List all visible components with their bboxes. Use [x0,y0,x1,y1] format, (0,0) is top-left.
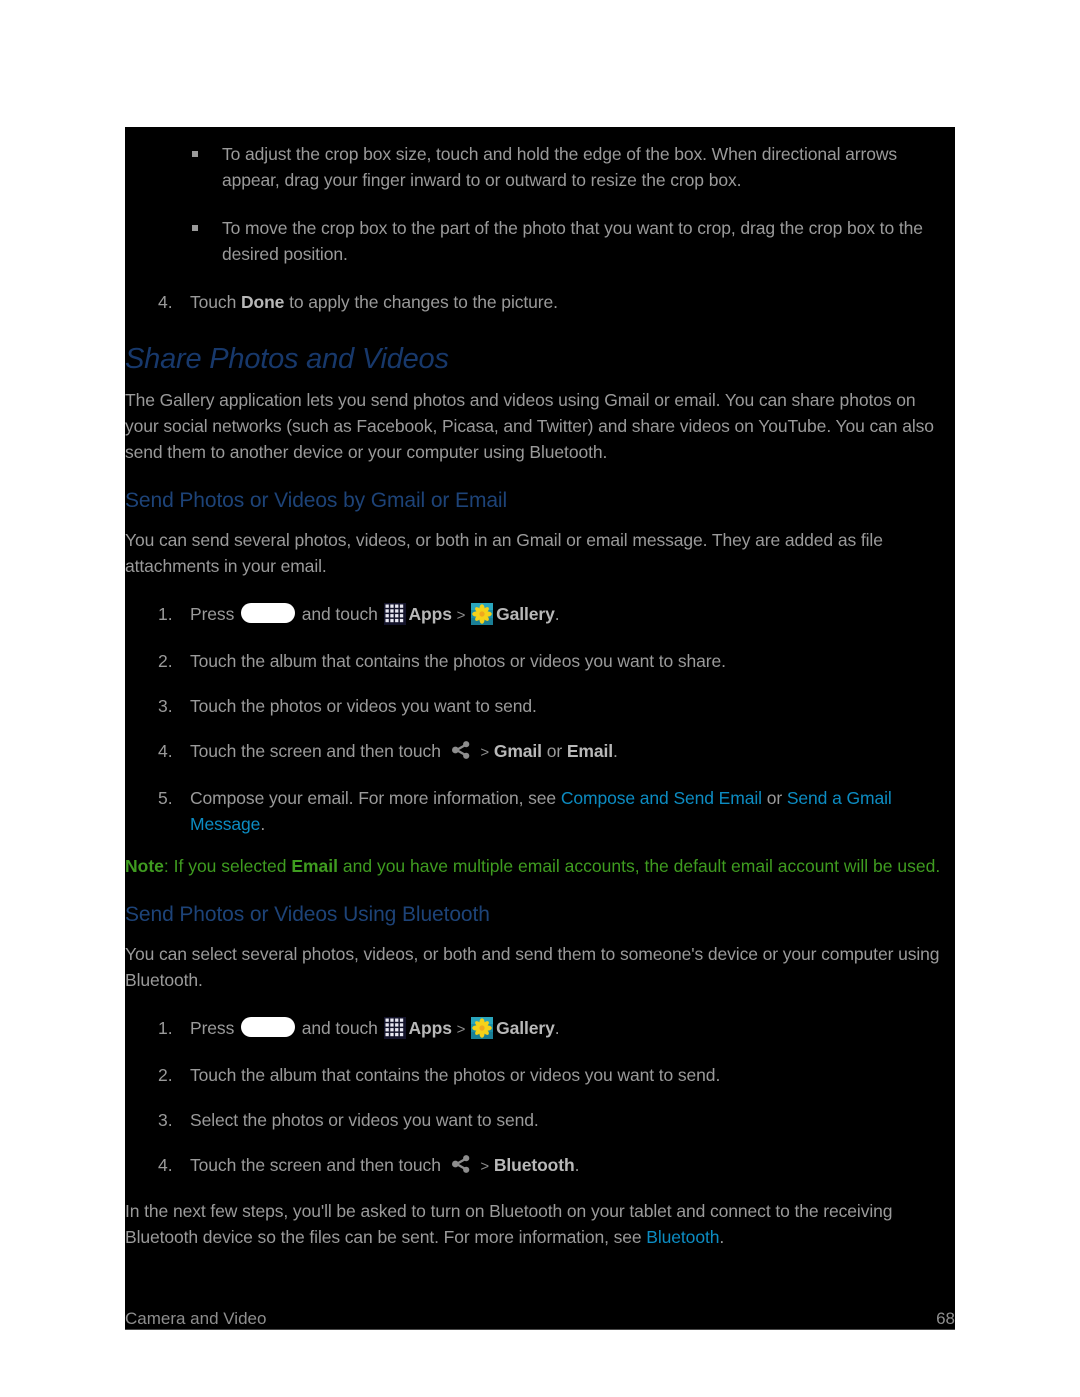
press-label: Press [190,1018,235,1038]
list-item: 4. Touch the screen and then touch > Blu… [125,1152,947,1180]
list-item: 3. Select the photos or videos you want … [125,1107,947,1133]
bullet-text: To move the crop box to the part of the … [222,218,923,264]
trailing-period: . [554,604,560,624]
list-number: 4. [158,1155,173,1175]
note-paragraph: Note: If you selected Email and you have… [125,853,947,879]
gallery-label: Gallery [496,1018,555,1038]
chevron-separator: > [480,1158,490,1175]
email-keyword: Email [291,856,339,876]
trailing-period: . [574,1155,580,1175]
gmail-steps-list: 1. Press and touch Apps > Gallery. 2. To… [125,601,947,837]
step-text: Touch Done to apply the changes to the p… [190,289,947,315]
trailing-period: . [260,814,266,834]
conjunction: or [761,788,787,808]
trailing-period: . [719,1227,725,1247]
list-item: 5. Compose your email. For more informat… [125,785,947,837]
square-bullet-icon [192,225,198,231]
step-text: Compose your email. For more information… [190,785,947,837]
email-keyword: Email [566,741,614,761]
list-item: 1. Press and touch Apps > Gallery. [125,1015,947,1043]
step-text: Touch the screen and then touch > Gmail … [190,738,947,766]
gmail-intro-paragraph: You can send several photos, videos, or … [125,530,883,576]
bluetooth-outro-paragraph: In the next few steps, you'll be asked t… [125,1198,947,1250]
list-item: 4. Touch the screen and then touch > Gma… [125,738,947,766]
link-bluetooth[interactable]: Bluetooth [646,1227,719,1247]
list-item: To adjust the crop box size, touch and h… [125,141,947,193]
step-text-pre: Touch [190,292,241,312]
gallery-flower-icon [471,603,494,625]
square-bullet-icon [192,151,198,157]
list-number: 3. [158,696,173,716]
note-post: and you have multiple email accounts, th… [338,856,941,876]
bluetooth-steps-list: 1. Press and touch Apps > Gallery. 2. To… [125,1015,947,1180]
apps-label: Apps [408,604,452,624]
press-label: Press [190,604,235,624]
share-icon [450,740,472,760]
home-key-icon [241,603,295,623]
list-item: 1. Press and touch Apps > Gallery. [125,601,947,629]
list-number: 4. [158,292,173,312]
gallery-label: Gallery [496,604,555,624]
list-number: 2. [158,1065,173,1085]
bluetooth-intro-paragraph: You can select several photos, videos, o… [125,944,940,990]
footer-chapter-label: Camera and Video [125,1309,267,1328]
step-text: Touch the photos or videos you want to s… [190,696,537,716]
apps-label: Apps [408,1018,452,1038]
list-item: To move the crop box to the part of the … [125,215,947,267]
done-keyword: Done [240,292,285,312]
list-number: 3. [158,1110,173,1130]
share-intro-paragraph: The Gallery application lets you send ph… [125,390,934,462]
section-heading-gmail: Send Photos or Videos by Gmail or Email [125,489,508,512]
home-key-icon [241,1017,295,1037]
page-title: Share Photos and Videos [125,343,449,375]
list-number: 1. [158,1018,173,1038]
link-compose-and-send-email[interactable]: Compose and Send Email [561,788,762,808]
trailing-period: . [613,741,618,761]
list-item: 2. Touch the album that contains the pho… [125,1062,947,1088]
list-item: 3. Touch the photos or videos you want t… [125,693,947,719]
step-text: Press and touch Apps > Gallery. [190,601,947,629]
gallery-flower-icon [471,1017,494,1039]
step-text-pre: Touch the screen and then touch [190,741,441,761]
bullet-text: To adjust the crop box size, touch and h… [222,144,898,190]
list-number: 2. [158,651,173,671]
step-text-pre: Touch the screen and then touch [190,1155,441,1175]
crop-step-list: 4. Touch Done to apply the changes to th… [125,289,947,315]
list-number: 1. [158,604,173,624]
apps-grid-icon [383,1017,406,1039]
step-text: Press and touch Apps > Gallery. [190,1015,947,1043]
note-pre: : If you selected [163,856,292,876]
chevron-separator: > [480,744,490,761]
step-text-post: to apply the changes to the picture. [284,292,558,312]
and-touch-label: and touch [301,1018,378,1038]
crop-bullet-list: To adjust the crop box size, touch and h… [125,141,947,267]
manual-page: To adjust the crop box size, touch and h… [125,127,955,1330]
step-text: Touch the album that contains the photos… [190,1065,721,1085]
trailing-period: . [554,1018,560,1038]
list-number: 5. [158,788,173,808]
note-label: Note [125,856,164,876]
list-number: 4. [158,741,173,761]
outro-pre: In the next few steps, you'll be asked t… [125,1201,893,1247]
and-touch-label: and touch [301,604,378,624]
conjunction: or [541,741,567,761]
list-item: 4. Touch Done to apply the changes to th… [125,289,947,315]
page-content: To adjust the crop box size, touch and h… [125,127,955,1330]
section-heading-bluetooth: Send Photos or Videos Using Bluetooth [125,903,490,926]
step-text-pre: Compose your email. For more information… [190,788,561,808]
gmail-keyword: Gmail [493,741,542,761]
step-text: Touch the screen and then touch > Blueto… [190,1152,947,1180]
bluetooth-keyword: Bluetooth [493,1155,575,1175]
chevron-separator: > [456,1021,466,1038]
step-text: Touch the album that contains the photos… [190,651,726,671]
list-item: 2. Touch the album that contains the pho… [125,648,947,674]
share-icon [450,1154,472,1174]
apps-grid-icon [383,603,406,625]
step-text: Select the photos or videos you want to … [190,1110,539,1130]
footer-page-number: 68 [936,1309,955,1328]
page-footer: Camera and Video 68 [125,1294,955,1330]
chevron-separator: > [456,607,466,624]
